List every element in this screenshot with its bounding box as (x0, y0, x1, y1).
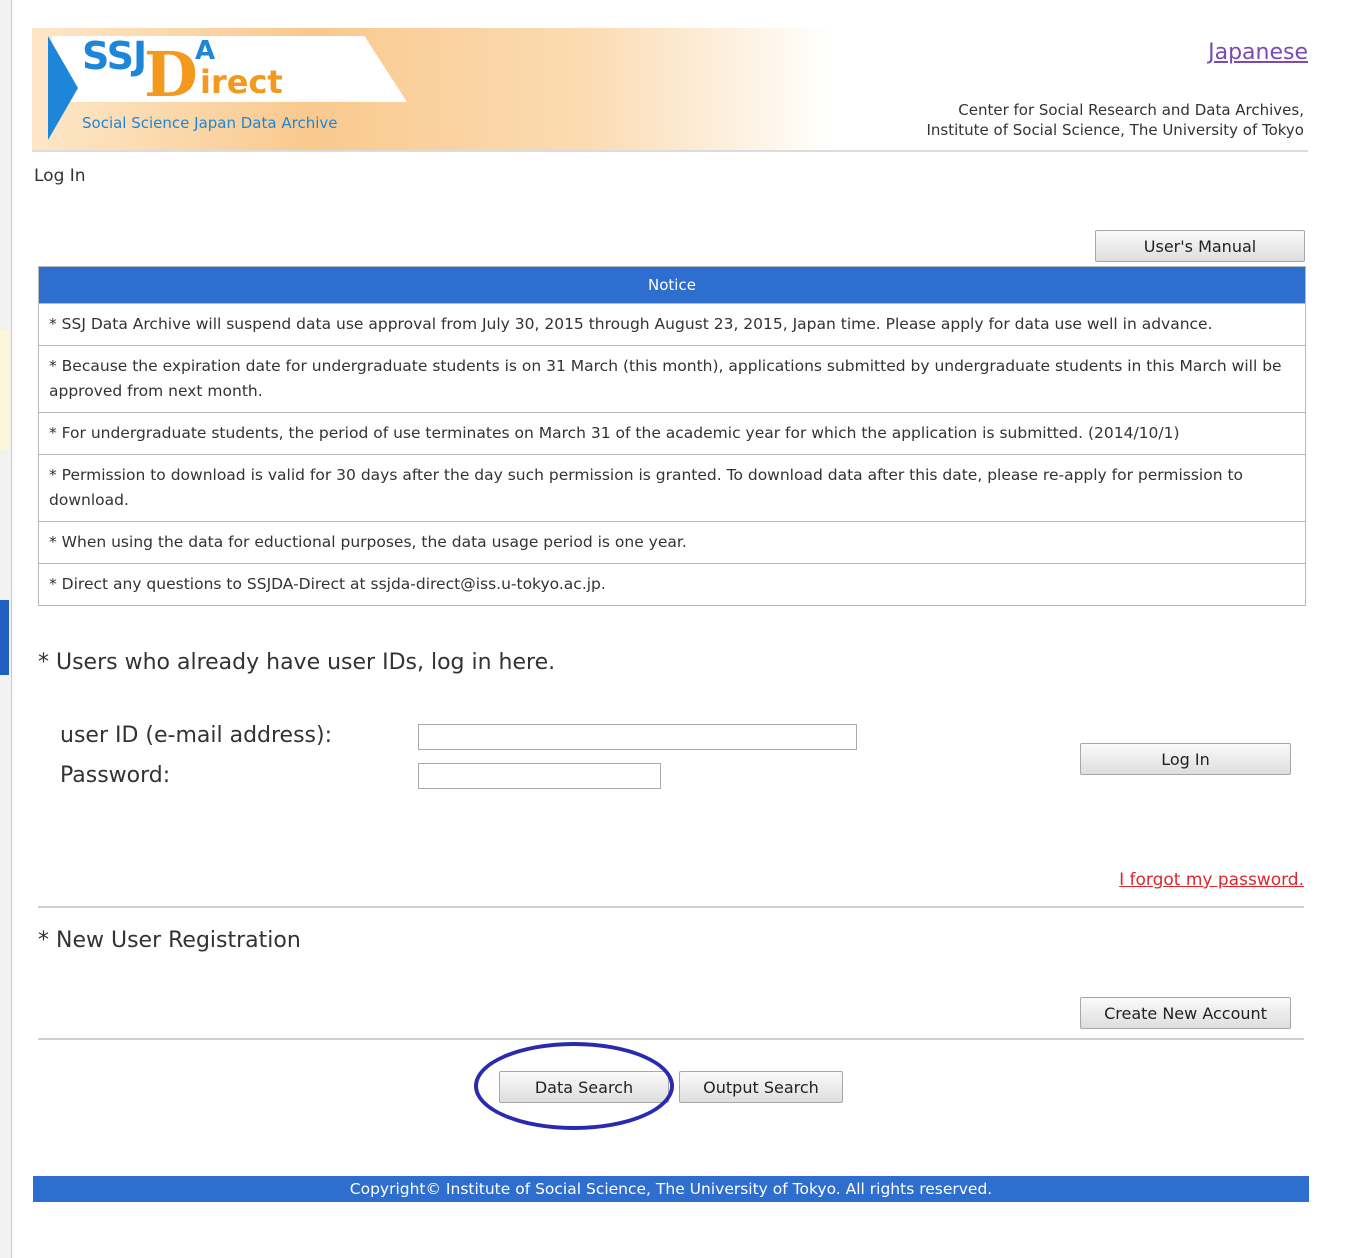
login-button[interactable]: Log In (1080, 743, 1291, 775)
institution-line-2: Institute of Social Science, The Univers… (926, 121, 1304, 139)
logo-tagline: Social Science Japan Data Archive (82, 114, 338, 132)
user-id-label: user ID (e-mail address): (60, 723, 333, 748)
background-window-fragment (0, 600, 9, 675)
login-section-title: * Users who already have user IDs, log i… (38, 650, 556, 675)
logo-text-ssj: SSJ (82, 34, 147, 78)
site-header: SSJ A D irect Social Science Japan Data … (32, 28, 1308, 152)
divider (38, 906, 1304, 908)
institution-line-1: Center for Social Research and Data Arch… (958, 101, 1304, 119)
user-id-input[interactable] (418, 724, 857, 750)
data-search-button[interactable]: Data Search (499, 1071, 669, 1103)
logo-triangle-icon (48, 36, 78, 140)
institution-name: Center for Social Research and Data Arch… (926, 100, 1304, 140)
notice-header: Notice (39, 267, 1305, 303)
users-manual-button[interactable]: User's Manual (1095, 230, 1305, 262)
logo-text-d: D (144, 38, 198, 111)
logo-text-a: A (195, 36, 216, 66)
background-window-fragment (0, 330, 9, 450)
password-label: Password: (60, 763, 171, 788)
forgot-password-link[interactable]: I forgot my password. (1119, 870, 1304, 890)
notice-table: Notice * SSJ Data Archive will suspend d… (38, 266, 1306, 606)
notice-item: * SSJ Data Archive will suspend data use… (39, 303, 1305, 345)
notice-item: * For undergraduate students, the period… (39, 412, 1305, 454)
notice-item: * When using the data for eductional pur… (39, 521, 1305, 563)
divider (38, 1038, 1304, 1040)
footer-copyright: Copyright© Institute of Social Science, … (33, 1176, 1309, 1202)
notice-item: * Permission to download is valid for 30… (39, 454, 1305, 521)
notice-item: * Direct any questions to SSJDA-Direct a… (39, 563, 1305, 605)
output-search-button[interactable]: Output Search (679, 1071, 843, 1103)
japanese-language-link[interactable]: Japanese (1208, 40, 1308, 65)
page: SSJ A D irect Social Science Japan Data … (12, 0, 1363, 1258)
create-new-account-button[interactable]: Create New Account (1080, 997, 1291, 1029)
notice-item: * Because the expiration date for underg… (39, 345, 1305, 412)
logo-text-irect: irect (200, 63, 283, 101)
password-input[interactable] (418, 763, 661, 789)
breadcrumb: Log In (34, 166, 86, 186)
background-window-edge (0, 0, 12, 1258)
registration-section-title: * New User Registration (38, 928, 301, 953)
